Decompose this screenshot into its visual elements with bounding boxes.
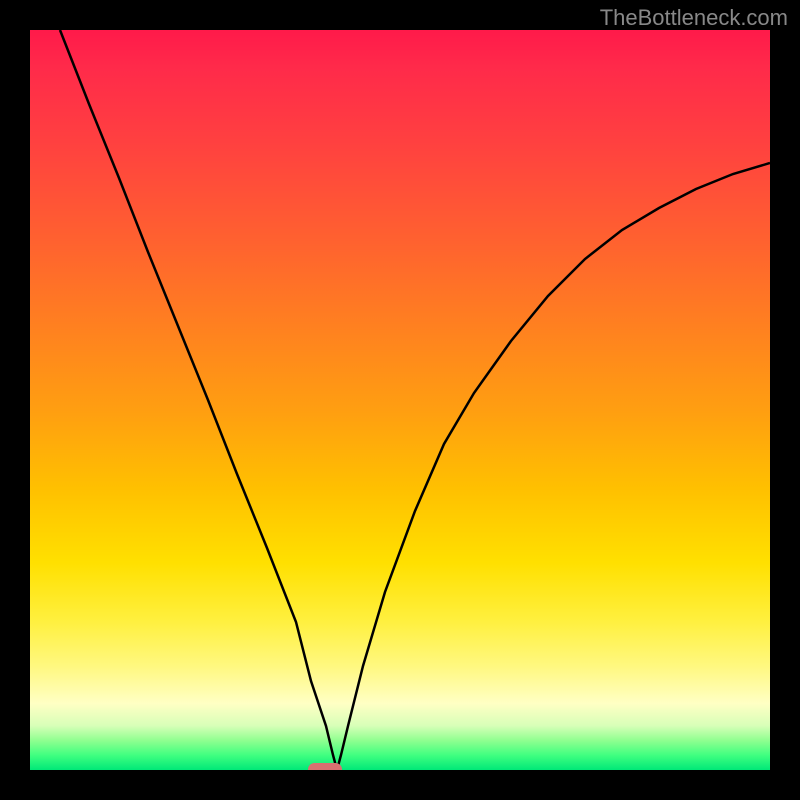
curve-svg (30, 30, 770, 770)
plot-area (30, 30, 770, 770)
minimum-marker (308, 763, 342, 770)
bottleneck-curve (60, 30, 770, 770)
chart-frame: TheBottleneck.com (0, 0, 800, 800)
watermark-text: TheBottleneck.com (600, 5, 788, 31)
